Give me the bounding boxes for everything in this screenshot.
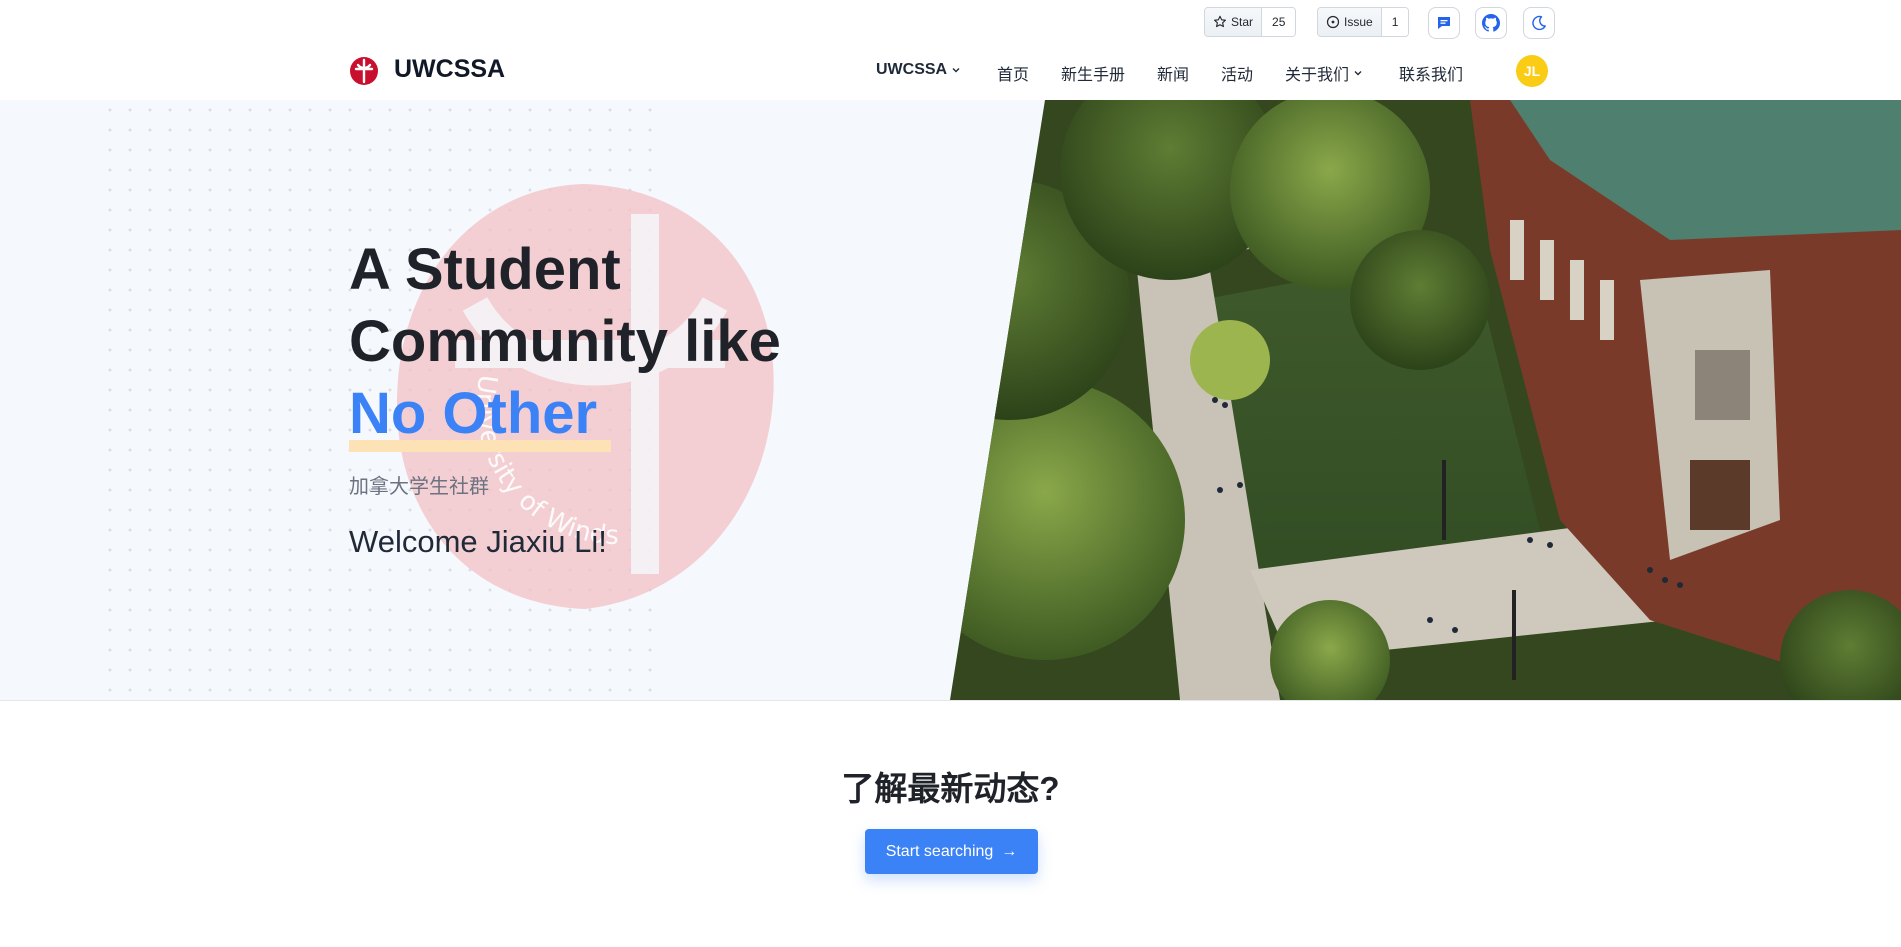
moon-icon <box>1532 15 1546 31</box>
campus-aerial-photo <box>950 100 1901 700</box>
chat-button[interactable] <box>1428 7 1460 39</box>
chevron-down-icon <box>952 68 960 73</box>
hero-title-line2: Community like <box>349 309 781 374</box>
hero-subtitle: 加拿大学生社群 <box>349 476 489 498</box>
top-utility-bar: Star 25 Issue 1 <box>0 7 1901 39</box>
brand-name[interactable]: UWCSSA <box>394 55 505 84</box>
nav-item-label: 新生手册 <box>1061 67 1126 84</box>
github-button[interactable] <box>1475 7 1507 39</box>
dark-mode-toggle[interactable] <box>1523 7 1555 39</box>
hero-section: University of Windsor <box>0 100 1901 701</box>
cta-title: 了解最新动态? <box>841 770 1060 807</box>
star-count[interactable]: 25 <box>1262 8 1296 36</box>
nav-item-news[interactable]: 新闻 <box>1157 61 1189 85</box>
hero-title-highlight: No Other <box>349 381 598 446</box>
nav-item-label: 新闻 <box>1157 67 1190 84</box>
welcome-message: Welcome Jiaxiu Li! <box>349 524 607 559</box>
github-icon <box>1482 14 1500 32</box>
nav-item-label: 首页 <box>997 67 1030 84</box>
github-star-button[interactable]: Star 25 <box>1204 7 1297 37</box>
button-label: Start searching <box>885 842 994 860</box>
chevron-down-icon <box>1354 71 1362 76</box>
github-issue-button[interactable]: Issue 1 <box>1317 7 1410 37</box>
star-icon <box>1214 15 1226 28</box>
nav-item-home[interactable]: 首页 <box>997 61 1029 85</box>
chat-icon <box>1438 17 1450 29</box>
nav-item-about[interactable]: 关于我们 <box>1285 61 1363 85</box>
arrow-right-icon: → <box>1001 842 1018 860</box>
start-searching-button[interactable]: Start searching → <box>865 829 1038 874</box>
nav-item-contact[interactable]: 联系我们 <box>1399 61 1463 85</box>
nav-item-label: 关于我们 <box>1285 67 1350 84</box>
issue-count[interactable]: 1 <box>1381 8 1409 36</box>
issue-icon <box>1326 15 1340 29</box>
user-avatar[interactable]: JL <box>1516 55 1548 87</box>
hero-title-line1: A Student <box>349 237 621 302</box>
nav-item-handbook[interactable]: 新生手册 <box>1061 61 1125 85</box>
nav-item-label: 联系我们 <box>1399 67 1464 84</box>
uwcssa-logo[interactable] <box>349 56 379 86</box>
star-label: Star <box>1231 15 1254 29</box>
nav-item-label: 活动 <box>1221 67 1254 84</box>
nav-item-label: UWCSSA <box>876 61 948 78</box>
nav-item-events[interactable]: 活动 <box>1221 61 1253 85</box>
main-navbar: UWCSSA UWCSSA 首页 新生手册 新闻 活动 关于我们 联系我们 JL <box>0 42 1901 100</box>
nav-item-uwcssa[interactable]: UWCSSA <box>876 61 961 79</box>
issue-label: Issue <box>1344 15 1373 29</box>
